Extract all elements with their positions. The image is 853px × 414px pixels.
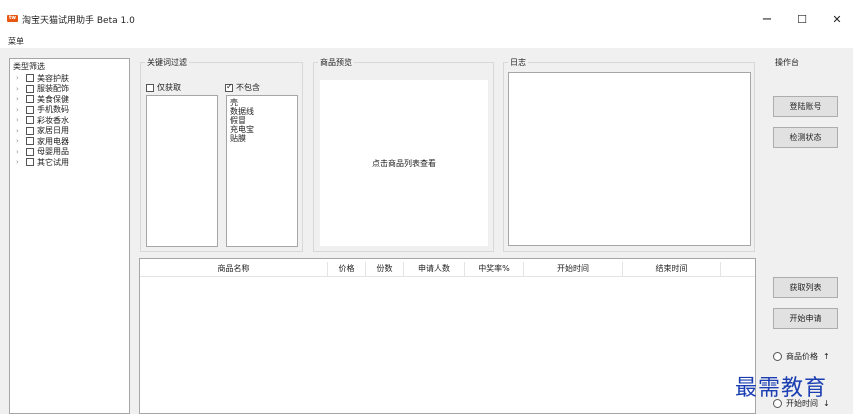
log-title: 日志 <box>508 57 528 68</box>
login-button[interactable]: 登陆账号 <box>773 96 838 117</box>
menu-main[interactable]: 菜单 <box>8 36 24 47</box>
chevron-right-icon[interactable]: › <box>16 137 26 145</box>
preview-placeholder: 点击商品列表查看 <box>372 159 436 168</box>
category-checkbox[interactable] <box>26 95 34 103</box>
check-status-button[interactable]: 检测状态 <box>773 127 838 148</box>
category-tree-item[interactable]: › 手机数码 <box>16 105 69 115</box>
chevron-right-icon[interactable]: › <box>16 158 26 166</box>
chevron-right-icon[interactable]: › <box>16 85 26 93</box>
category-label: 家居日用 <box>37 126 69 135</box>
column-header-applicants[interactable]: 申请人数 <box>404 262 464 276</box>
category-tree-item[interactable]: › 服装配饰 <box>16 84 69 94</box>
column-header-copies[interactable]: 份数 <box>366 262 403 276</box>
exclude-keyword-line: 充电宝 <box>230 125 254 134</box>
column-header-start-time[interactable]: 开始时间 <box>524 262 622 276</box>
keyword-filter-title: 关键词过滤 <box>145 57 189 68</box>
category-checkbox[interactable] <box>26 126 34 135</box>
exclude-option[interactable]: 不包含 <box>225 82 260 93</box>
fetch-list-button[interactable]: 获取列表 <box>773 277 838 298</box>
chevron-right-icon[interactable]: › <box>16 116 26 124</box>
exclude-keyword-line: 假冒 <box>230 116 246 125</box>
close-button[interactable]: ✕ <box>826 10 848 30</box>
window-title: 淘宝天猫试用助手 Beta 1.0 <box>22 16 135 26</box>
category-label: 美食保健 <box>37 94 69 104</box>
category-checkbox[interactable] <box>26 116 34 124</box>
product-table[interactable] <box>139 258 756 414</box>
preview-title: 商品预览 <box>318 57 354 68</box>
category-tree-item[interactable]: › 美食保健 <box>16 94 69 104</box>
column-header-name[interactable]: 商品名称 <box>140 262 327 276</box>
category-tree-item[interactable]: › 家居日用 <box>16 126 69 136</box>
category-checkbox[interactable] <box>26 158 34 166</box>
category-label: 手机数码 <box>37 105 69 114</box>
arrow-up-icon: ↑ <box>823 352 830 361</box>
category-tree-item[interactable]: › 彩妆香水 <box>16 115 69 125</box>
include-keywords-textarea[interactable] <box>146 95 218 247</box>
sort-option-price[interactable]: 商品价格 ↑ <box>773 351 830 362</box>
category-tree-item[interactable]: › 家用电器 <box>16 136 69 146</box>
category-label: 母婴用品 <box>37 147 69 156</box>
exclude-keyword-line: 壳 <box>230 98 238 107</box>
category-checkbox[interactable] <box>26 84 34 93</box>
sort-label: 商品价格 <box>786 352 818 361</box>
column-separator <box>720 262 721 276</box>
category-label: 家用电器 <box>37 136 69 146</box>
chevron-right-icon[interactable]: › <box>16 148 26 156</box>
column-header-win-rate[interactable]: 中奖率% <box>465 262 523 276</box>
column-header-price[interactable]: 价格 <box>328 262 365 276</box>
table-header-divider <box>140 276 755 277</box>
only-fetch-label: 仅获取 <box>157 83 181 92</box>
category-checkbox[interactable] <box>26 137 34 145</box>
exclude-label: 不包含 <box>236 83 260 92</box>
category-label: 美容护肤 <box>37 73 69 83</box>
watermark-logo: 最需教育 <box>735 376 828 401</box>
category-checkbox[interactable] <box>26 105 34 114</box>
category-label: 彩妆香水 <box>37 115 69 125</box>
chevron-right-icon[interactable]: › <box>16 127 26 135</box>
column-header-end-time[interactable]: 结束时间 <box>623 262 720 276</box>
console-title: 操作台 <box>775 58 799 67</box>
category-tree-item[interactable]: › 其它试用 <box>16 157 69 167</box>
category-checkbox[interactable] <box>26 74 34 82</box>
category-label: 服装配饰 <box>37 84 69 93</box>
radio-button[interactable] <box>773 352 782 361</box>
maximize-button[interactable]: ☐ <box>791 10 813 30</box>
exclude-keyword-line: 数据线 <box>230 107 254 116</box>
app-logo-icon: tw <box>7 15 18 22</box>
log-textarea[interactable] <box>508 72 751 246</box>
minimize-button[interactable]: − <box>756 10 778 30</box>
chevron-right-icon[interactable]: › <box>16 106 26 114</box>
start-apply-button[interactable]: 开始申请 <box>773 308 838 329</box>
category-checkbox[interactable] <box>26 147 34 156</box>
category-panel-title: 类型筛选 <box>13 62 45 71</box>
category-tree-item[interactable]: › 美容护肤 <box>16 73 69 83</box>
menu-bar <box>0 34 853 48</box>
only-fetch-option[interactable]: 仅获取 <box>146 82 181 93</box>
exclude-keywords-textarea[interactable]: 壳 数据线 假冒 充电宝 贴膜 <box>226 95 298 247</box>
category-label: 其它试用 <box>37 157 69 167</box>
exclude-checkbox[interactable] <box>225 82 233 92</box>
chevron-right-icon[interactable]: › <box>16 74 26 82</box>
category-tree-item[interactable]: › 母婴用品 <box>16 147 69 157</box>
exclude-keyword-line: 贴膜 <box>230 134 246 143</box>
chevron-right-icon[interactable]: › <box>16 95 26 103</box>
only-fetch-checkbox[interactable] <box>146 83 154 92</box>
